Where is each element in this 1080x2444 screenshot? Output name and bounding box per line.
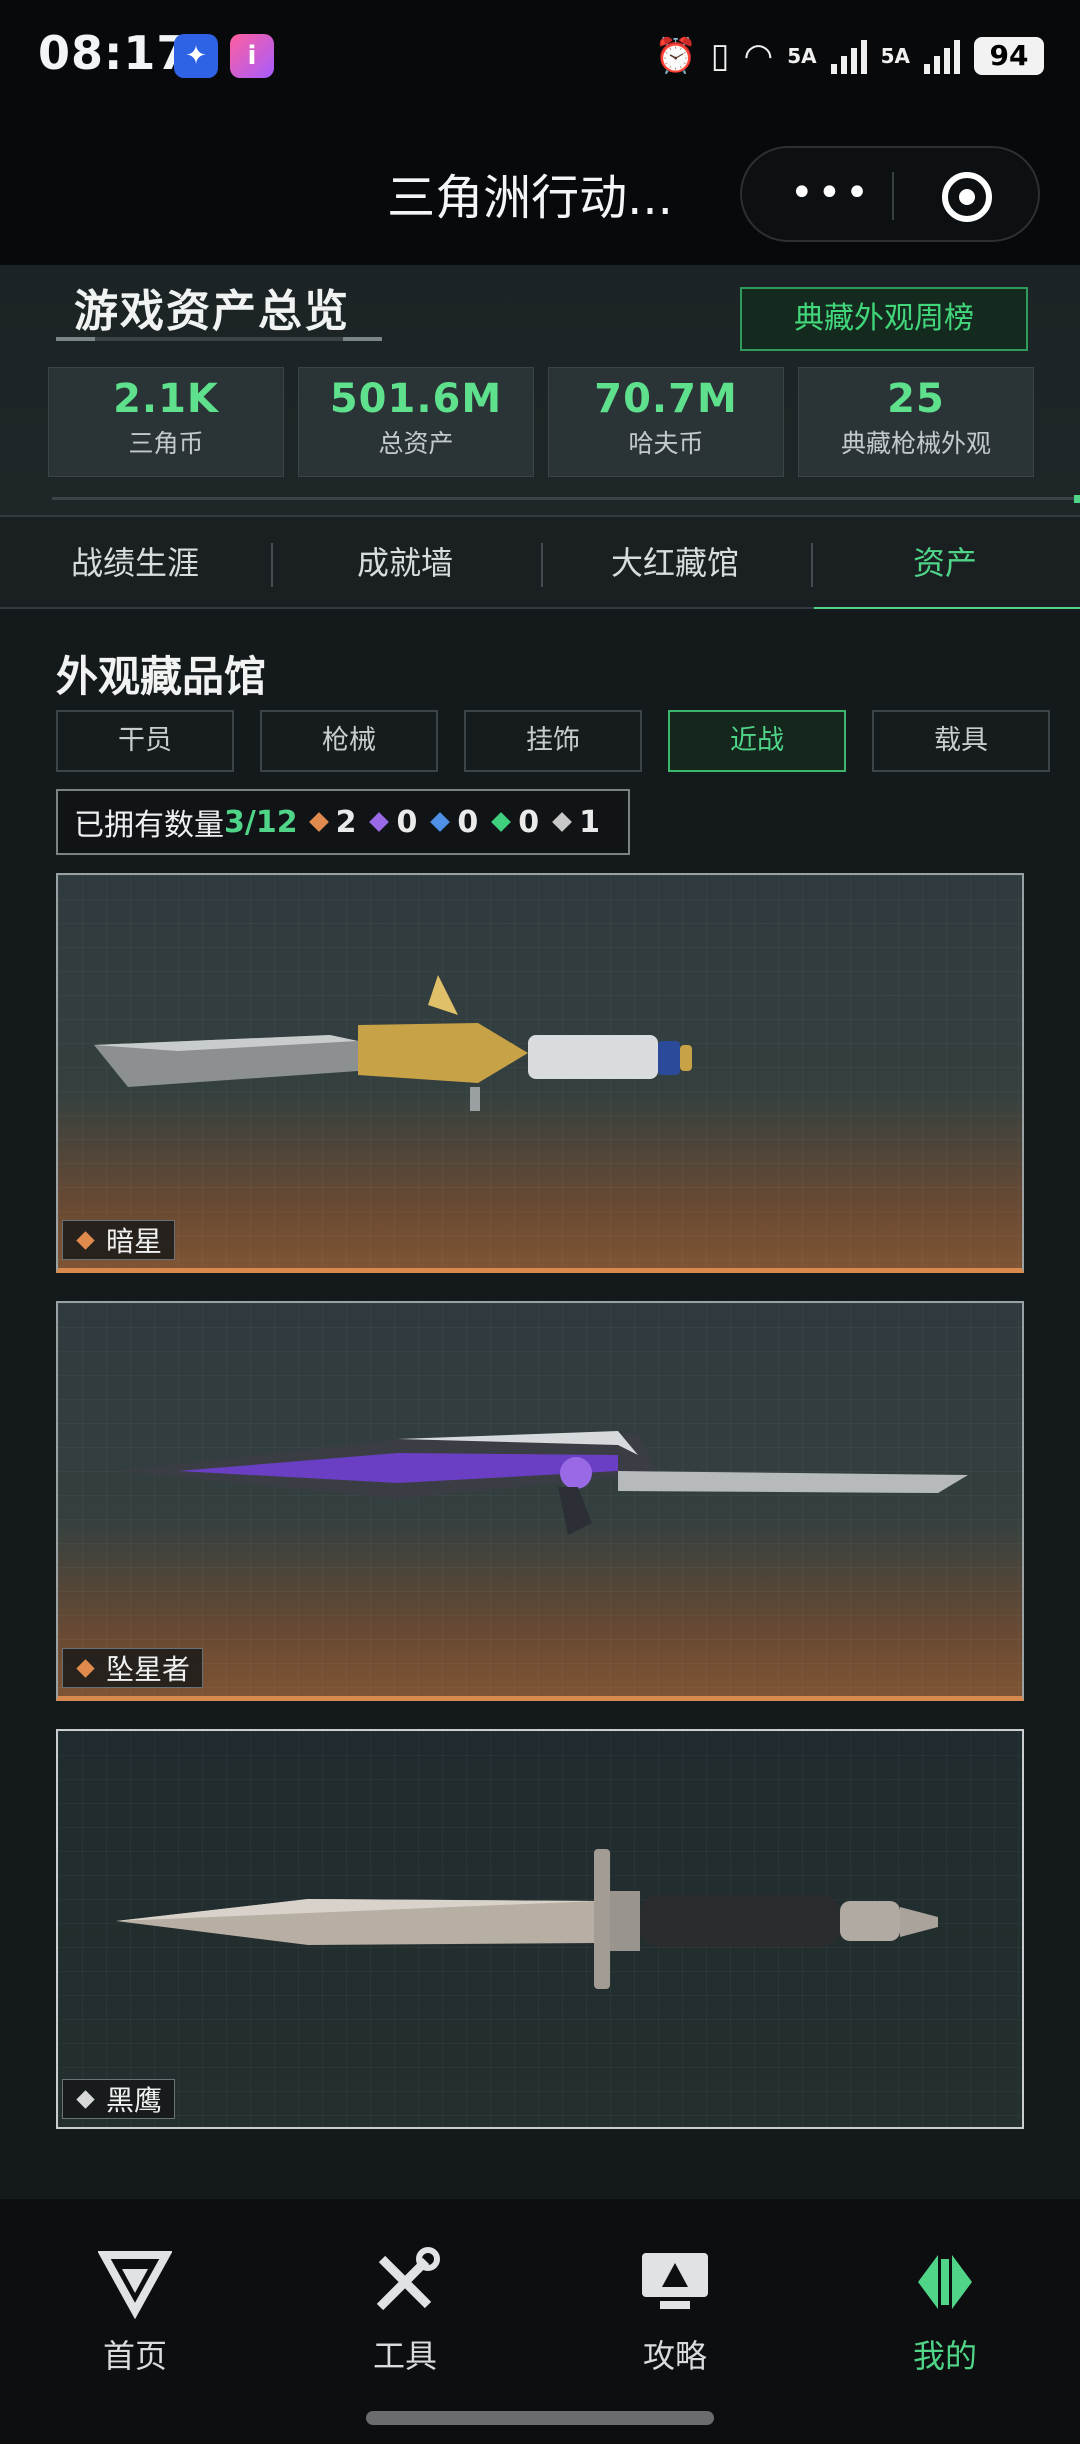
overview-divider: [52, 497, 1080, 500]
orange-diamond-icon: [76, 1230, 95, 1250]
status-indicators: ⏰ ▯ ◠ 5A 5A 94: [654, 28, 1044, 84]
stat-value: 70.7M: [594, 376, 738, 422]
white-diamond-icon: [76, 2089, 95, 2109]
more-icon[interactable]: •••: [790, 170, 873, 216]
green-diamond-icon: [491, 812, 512, 832]
orange-diamond-icon: [308, 812, 329, 832]
category-operators[interactable]: 干员: [56, 710, 234, 772]
tab-assets[interactable]: 资产: [810, 517, 1080, 611]
nav-label: 工具: [372, 2337, 437, 2375]
stat-card: 501.6M 总资产: [298, 367, 534, 477]
item-tag: 黑鹰: [62, 2079, 176, 2119]
stat-value: 2.1K: [113, 376, 219, 422]
home-logo-icon: [98, 2251, 172, 2319]
rarity-count-green: 0: [491, 805, 539, 840]
close-target-icon[interactable]: [942, 172, 992, 222]
mini-program-capsule: •••: [740, 146, 1040, 242]
signal-icon-2: [924, 38, 960, 74]
nav-tools[interactable]: 工具: [270, 2245, 540, 2377]
ornate-knife-image: [94, 975, 692, 1111]
capsule-divider: [892, 172, 894, 220]
nav-label: 攻略: [642, 2337, 707, 2375]
item-card-dark-star[interactable]: 暗星: [56, 873, 1024, 1273]
nav-label: 我的: [912, 2337, 977, 2375]
stat-card: 2.1K 三角币: [48, 367, 284, 477]
status-time: 08:17: [38, 26, 190, 80]
item-name: 暗星: [106, 1225, 163, 1258]
item-card-star-faller[interactable]: 坠星者: [56, 1301, 1024, 1701]
stat-label: 典藏枪械外观: [840, 429, 991, 458]
rarity-count-white: 1: [552, 805, 600, 840]
stat-label: 三角币: [128, 429, 204, 458]
owned-label: 已拥有数量: [74, 808, 224, 843]
tab-career[interactable]: 战绩生涯: [0, 517, 270, 609]
rarity-count-orange: 2: [308, 805, 356, 840]
nav-label: 首页: [102, 2337, 167, 2375]
profile-logo-icon: [918, 2255, 972, 2309]
item-name: 坠星者: [106, 1653, 191, 1686]
overview-title: 游戏资产总览: [74, 286, 350, 337]
cosmetics-gallery: 外观藏品馆 干员 枪械 挂饰 近战 载具 已拥有数量 3/12 2 0 0 0 …: [0, 609, 1080, 2199]
stat-label: 哈夫币: [628, 429, 704, 458]
nav-guide[interactable]: 攻略: [540, 2245, 810, 2377]
info-app-icon: i: [230, 34, 274, 78]
blue-diamond-icon: [430, 812, 451, 832]
network-type: 5A: [787, 44, 817, 68]
stat-value: 25: [887, 376, 945, 422]
stat-label: 总资产: [378, 429, 454, 458]
bulb-app-icon: ✦: [174, 34, 218, 78]
tab-achievements[interactable]: 成就墙: [270, 517, 540, 609]
wifi-icon: ◠: [743, 36, 774, 76]
home-indicator[interactable]: [366, 2411, 714, 2425]
asset-overview: 游戏资产总览 典藏外观周榜 2.1K 三角币 501.6M 总资产 70.7M …: [0, 265, 1080, 515]
stat-value: 501.6M: [329, 376, 503, 422]
network-type-2: 5A: [880, 44, 910, 68]
profile-tabs: 战绩生涯 成就墙 大红藏馆 资产: [0, 515, 1080, 611]
alarm-icon: ⏰: [654, 36, 697, 76]
category-vehicles[interactable]: 载具: [872, 710, 1050, 772]
rarity-count-purple: 0: [369, 805, 417, 840]
purple-knife-image: [118, 1431, 968, 1535]
owned-count-bar: 已拥有数量 3/12 2 0 0 0 1: [56, 789, 630, 855]
tab-red-collection[interactable]: 大红藏馆: [540, 517, 810, 609]
weekly-ranking-button[interactable]: 典藏外观周榜: [740, 287, 1028, 351]
category-guns[interactable]: 枪械: [260, 710, 438, 772]
battery-indicator: 94: [974, 37, 1044, 75]
signal-icon: [830, 38, 867, 74]
item-tag: 暗星: [62, 1220, 176, 1260]
status-bar: 08:17 ✦ i ⏰ ▯ ◠ 5A 5A 94: [0, 0, 1080, 110]
category-melee[interactable]: 近战: [668, 710, 846, 772]
item-card-black-hawk[interactable]: 黑鹰: [56, 1729, 1024, 2129]
item-name: 黑鹰: [106, 2084, 163, 2117]
category-charms[interactable]: 挂饰: [464, 710, 642, 772]
orange-diamond-icon: [76, 1658, 95, 1678]
purple-diamond-icon: [369, 812, 390, 832]
nav-home[interactable]: 首页: [0, 2245, 270, 2377]
rarity-count-blue: 0: [430, 805, 478, 840]
combat-knife-image: [116, 1849, 938, 1989]
title-underline: [56, 337, 382, 341]
stat-card: 70.7M 哈夫币: [548, 367, 784, 477]
item-tag: 坠星者: [62, 1648, 204, 1688]
divider-accent: [1074, 495, 1080, 503]
nav-profile[interactable]: 我的: [810, 2245, 1080, 2377]
gallery-title: 外观藏品馆: [56, 652, 267, 701]
vibrate-icon: ▯: [710, 36, 730, 76]
white-diamond-icon: [552, 812, 572, 832]
title-bar: 三角洲行动... •••: [0, 110, 1080, 265]
bottom-navigation: 首页 工具 攻略 我的: [0, 2199, 1080, 2444]
tools-icon: [376, 2247, 440, 2311]
guide-monitor-icon: [642, 2253, 708, 2309]
owned-count: 3/12: [224, 804, 298, 840]
stat-card: 25 典藏枪械外观: [798, 367, 1034, 477]
